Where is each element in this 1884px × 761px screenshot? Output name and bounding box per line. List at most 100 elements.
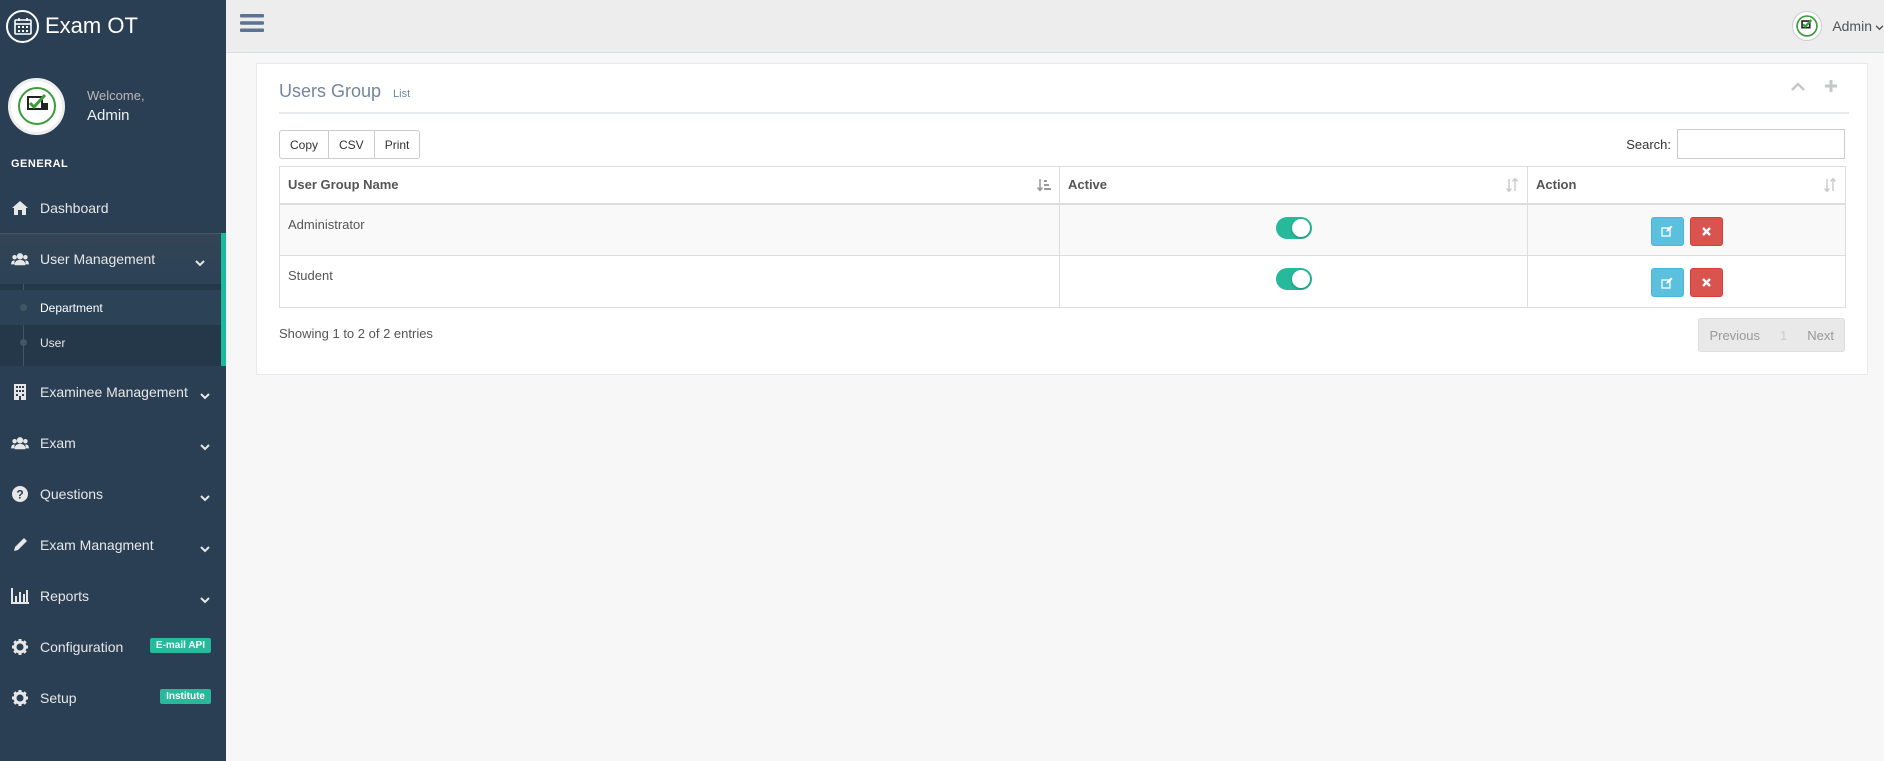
close-icon bbox=[1701, 278, 1711, 287]
sidebar-subitem-user[interactable]: User bbox=[0, 325, 221, 360]
active-toggle[interactable] bbox=[1275, 268, 1312, 290]
app-title: Exam OT bbox=[45, 13, 138, 38]
panel-subtitle: List bbox=[393, 88, 411, 100]
status-badge: Institute bbox=[160, 689, 211, 704]
sort-both-icon bbox=[1505, 177, 1519, 195]
edit-icon bbox=[1661, 225, 1673, 237]
print-button[interactable]: Print bbox=[373, 130, 421, 159]
chevron-down-icon bbox=[200, 387, 210, 403]
sidebar-item-label: Exam Managment bbox=[40, 536, 154, 553]
sidebar-item-dashboard[interactable]: Dashboard bbox=[0, 182, 226, 233]
add-icon[interactable] bbox=[1825, 80, 1837, 95]
delete-button[interactable] bbox=[1689, 216, 1723, 246]
users-group-panel: Users Group List Copy CSV Print Search: U… bbox=[256, 63, 1868, 375]
collapse-icon[interactable] bbox=[1791, 80, 1805, 95]
sidebar-item-label: Setup bbox=[40, 689, 77, 706]
gear-icon bbox=[11, 689, 29, 707]
panel-tools bbox=[1791, 80, 1837, 95]
menu-toggle-icon[interactable] bbox=[240, 13, 264, 36]
users-group-table: User Group Name Active Action Administra… bbox=[279, 166, 1846, 308]
panel-title-text: Users Group bbox=[279, 81, 382, 101]
home-icon bbox=[11, 199, 29, 217]
edit-icon bbox=[1661, 277, 1673, 289]
page-number-button[interactable]: 1 bbox=[1770, 319, 1797, 351]
sidebar-item-label: Questions bbox=[40, 485, 104, 502]
chevron-down-icon bbox=[200, 540, 210, 556]
user-name: Admin bbox=[1832, 18, 1872, 34]
table-info: Showing 1 to 2 of 2 entries bbox=[279, 326, 433, 341]
profile-name: Admin bbox=[87, 107, 130, 124]
users-icon bbox=[11, 434, 29, 452]
sidebar-item-label: Configuration bbox=[40, 638, 124, 655]
pagination: Previous 1 Next bbox=[1698, 318, 1845, 352]
sort-asc-icon bbox=[1036, 178, 1051, 195]
welcome-text: Welcome, bbox=[87, 88, 145, 103]
sidebar-item-setup[interactable]: Setup Institute bbox=[0, 672, 226, 723]
active-toggle[interactable] bbox=[1275, 216, 1312, 239]
table-header-row: User Group Name Active Action bbox=[279, 166, 1846, 205]
column-label: User Group Name bbox=[288, 177, 399, 193]
sidebar-item-label: User Management bbox=[40, 250, 156, 267]
search-label: Search: bbox=[1626, 136, 1671, 152]
gear-icon bbox=[11, 638, 29, 656]
sidebar-item-reports[interactable]: Reports bbox=[0, 570, 226, 621]
chevron-down-icon bbox=[200, 438, 210, 454]
chevron-down-icon bbox=[200, 591, 210, 607]
export-buttons: Copy CSV Print bbox=[279, 130, 421, 159]
sidebar-item-examinee-management[interactable]: Examinee Management bbox=[0, 366, 226, 417]
avatar bbox=[8, 77, 65, 135]
sort-both-icon bbox=[1823, 177, 1837, 195]
edit-button[interactable] bbox=[1650, 268, 1684, 297]
copy-button[interactable]: Copy bbox=[279, 130, 330, 159]
chevron-down-icon bbox=[1875, 18, 1884, 34]
panel-header: Users Group List bbox=[279, 64, 1849, 114]
sidebar-subitem-label: User bbox=[40, 335, 66, 350]
column-header-action[interactable]: Action bbox=[1527, 166, 1846, 205]
table-row: Student bbox=[279, 255, 1846, 308]
pencil-icon bbox=[11, 536, 29, 554]
search-input[interactable] bbox=[1677, 129, 1845, 159]
delete-button[interactable] bbox=[1689, 268, 1723, 297]
avatar bbox=[1792, 11, 1823, 41]
user-menu[interactable]: Admin bbox=[1792, 11, 1884, 41]
bar-chart-icon bbox=[11, 587, 29, 605]
csv-button[interactable]: CSV bbox=[328, 130, 375, 159]
page-title: Users Group List bbox=[279, 81, 410, 102]
brand[interactable]: Exam OT bbox=[0, 0, 226, 52]
sidebar-subitem-department[interactable]: Department bbox=[0, 290, 221, 325]
sidebar-item-label: Dashboard bbox=[40, 199, 109, 216]
sidebar-item-configuration[interactable]: Configuration E-mail API bbox=[0, 621, 226, 672]
cell-action bbox=[1527, 255, 1846, 308]
question-icon: ? bbox=[11, 485, 29, 503]
column-label: Action bbox=[1536, 177, 1577, 193]
search-box: Search: bbox=[1626, 129, 1845, 159]
edit-button[interactable] bbox=[1650, 216, 1684, 246]
sidebar-item-questions[interactable]: ? Questions bbox=[0, 468, 226, 519]
sidebar-item-exam[interactable]: Exam bbox=[0, 417, 226, 468]
cell-active bbox=[1059, 203, 1528, 256]
previous-button[interactable]: Previous bbox=[1699, 319, 1770, 351]
status-badge: E-mail API bbox=[149, 638, 211, 653]
cell-active bbox=[1059, 255, 1528, 308]
sidebar-item-exam-managment[interactable]: Exam Managment bbox=[0, 519, 226, 570]
column-header-user-group-name[interactable]: User Group Name bbox=[279, 166, 1060, 205]
calendar-icon bbox=[6, 9, 39, 43]
bullet-icon bbox=[20, 339, 27, 346]
sidebar-item-label: Examinee Management bbox=[40, 383, 188, 400]
next-button[interactable]: Next bbox=[1797, 319, 1844, 351]
svg-text:?: ? bbox=[16, 487, 23, 501]
sidebar-item-user-management[interactable]: User Management bbox=[0, 233, 226, 284]
column-header-active[interactable]: Active bbox=[1059, 166, 1528, 205]
bullet-icon bbox=[20, 304, 27, 311]
table-row: Administrator bbox=[279, 203, 1846, 256]
chevron-down-icon bbox=[195, 254, 205, 270]
sidebar-item-label: Exam bbox=[40, 434, 76, 451]
submenu-user-management: Department User bbox=[0, 284, 226, 366]
top-navbar: Admin bbox=[226, 0, 1884, 53]
chevron-down-icon bbox=[200, 489, 210, 505]
column-label: Active bbox=[1068, 177, 1108, 193]
sidebar: Exam OT Welcome, Admin GENERAL Dashboard… bbox=[0, 0, 226, 761]
cell-group-name: Student bbox=[279, 255, 1060, 308]
users-icon bbox=[11, 250, 29, 268]
cell-action bbox=[1527, 203, 1846, 256]
